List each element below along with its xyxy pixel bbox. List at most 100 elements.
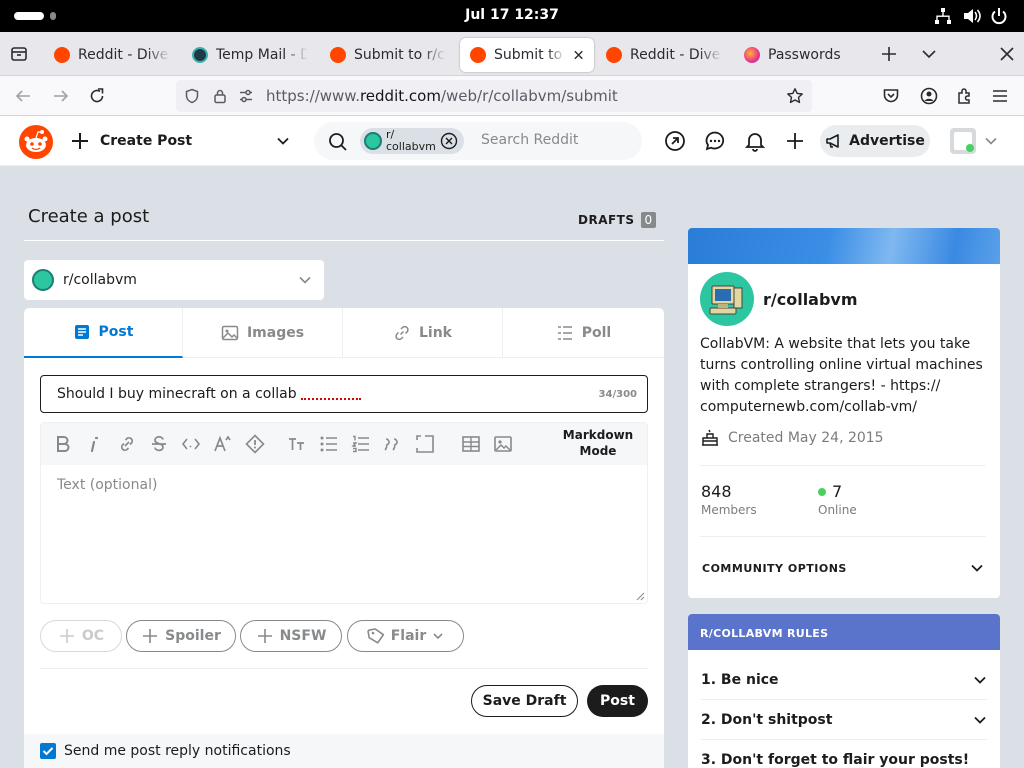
chevron-down-icon [974,716,986,724]
tab-poll[interactable]: Poll [503,308,664,358]
rule-item[interactable]: 3. Don't forget to flair your posts! [701,740,987,768]
permissions-icon[interactable] [238,88,254,104]
cake-icon [702,429,718,446]
chevron-down-icon [985,137,997,145]
power-icon[interactable] [990,7,1008,25]
create-plus-icon[interactable] [784,130,806,152]
created-date: Created May 24, 2015 [700,428,884,448]
plus-icon [257,629,272,643]
members-count: 848 [701,482,732,501]
online-dot [818,487,826,496]
link-icon [395,325,409,340]
body-placeholder: Text (optional) [57,477,158,493]
notification-bell-icon[interactable] [744,130,766,152]
close-window-icon[interactable] [998,45,1016,63]
tracking-protection-shield-icon[interactable] [184,88,200,104]
bold-icon[interactable] [53,434,73,454]
spoiler-label: Spoiler [165,628,221,644]
tab-passwords[interactable]: Passwords [734,38,870,72]
advertise-button[interactable]: Advertise [820,125,930,157]
spoiler-button[interactable]: Spoiler [126,620,236,652]
search-bar[interactable]: r/collabvm Search Reddit [314,122,642,160]
tab-submit-1[interactable]: Submit to r/collabvm [320,38,456,72]
lock-icon[interactable] [212,88,228,104]
formatting-toolbar: Markdown Mode [41,423,647,465]
oc-button[interactable]: OC [40,620,122,652]
bookmark-star-icon[interactable] [786,87,804,105]
reddit-logo-icon[interactable] [18,124,54,160]
tab-reddit-2[interactable]: Reddit - Dive into anything [596,38,732,72]
extensions-icon[interactable] [956,87,974,105]
back-icon[interactable] [14,87,32,105]
strikethrough-icon[interactable] [149,434,169,454]
clear-chip-icon[interactable] [440,132,458,150]
pocket-icon[interactable] [882,87,900,105]
drafts-button[interactable]: DRAFTS 0 [578,212,657,228]
title-input[interactable]: Should I buy minecraft on a collab 34/30… [40,375,648,413]
account-icon[interactable] [920,87,938,105]
flair-button[interactable]: Flair [347,620,464,652]
chevron-down-icon [433,633,443,640]
link-icon[interactable] [117,434,137,454]
tab-images[interactable]: Images [183,308,343,358]
quote-block-icon[interactable] [383,434,403,454]
nsfw-button[interactable]: NSFW [240,620,342,652]
numbered-list-icon[interactable] [351,434,371,454]
network-icon[interactable] [934,7,952,25]
rule-item[interactable]: 1. Be nice [701,660,987,700]
user-menu[interactable] [950,127,1006,155]
code-block-icon[interactable] [415,434,435,454]
heading-icon[interactable] [287,434,307,454]
community-title[interactable]: r/collabvm [763,290,858,309]
community-selector[interactable]: r/collabvm [24,260,324,300]
save-draft-button[interactable]: Save Draft [471,685,578,717]
browser-nav-bar: https://www.reddit.com/web/r/collabvm/su… [0,76,1024,116]
checkbox-checked-icon[interactable] [40,743,56,759]
notification-label: Send me post reply notifications [64,743,291,759]
post-submit-button[interactable]: Post [587,685,648,717]
firefox-view-icon[interactable] [10,45,28,63]
megaphone-icon [826,134,839,148]
created-date-text: Created May 24, 2015 [728,430,884,446]
post-document-icon [74,325,89,339]
spoiler-alert-icon[interactable] [245,434,265,454]
new-tab-icon[interactable] [880,45,898,63]
url-bar[interactable]: https://www.reddit.com/web/r/collabvm/su… [176,80,812,112]
tab-reddit-1[interactable]: Reddit - Dive into anything [44,38,180,72]
volume-icon[interactable] [962,7,982,25]
popular-arrow-icon[interactable] [664,130,686,152]
rules-header: R/COLLABVM RULES [688,614,1000,650]
search-community-chip[interactable]: r/collabvm [360,128,464,154]
italic-icon[interactable] [85,434,105,454]
superscript-icon[interactable] [213,434,233,454]
tab-poll-label: Poll [581,324,612,341]
plus-icon [72,133,88,149]
tab-temp-mail[interactable]: Temp Mail - Disposable [182,38,318,72]
community-info-card: r/collabvm CollabVM: A website that lets… [688,228,1000,598]
tab-post[interactable]: Post [24,308,183,358]
url-prefix: https://www. [266,87,360,105]
post-tags-row: OC Spoiler NSFW Flair [40,620,648,654]
reload-icon[interactable] [88,87,106,105]
rule-item[interactable]: 2. Don't shitpost [701,700,987,740]
close-tab-icon[interactable] [573,49,584,61]
table-icon[interactable] [461,434,481,454]
chevron-down-icon [299,276,311,284]
community-options-toggle[interactable]: COMMUNITY OPTIONS [700,548,986,588]
tab-submit-active[interactable]: Submit to collabvm [460,38,594,72]
forward-icon[interactable] [52,87,70,105]
bulleted-list-icon[interactable] [319,434,339,454]
create-post-label: Create Post [100,133,193,149]
body-editor: Markdown Mode Text (optional) [40,422,648,604]
insert-image-icon[interactable] [493,434,513,454]
chat-icon[interactable] [704,130,726,152]
list-all-tabs-icon[interactable] [920,45,938,63]
clock[interactable]: Jul 17 12:37 [0,7,1024,23]
menu-hamburger-icon[interactable] [992,87,1008,105]
resize-handle-icon[interactable] [635,591,645,601]
markdown-mode-toggle[interactable]: Markdown Mode [553,427,643,459]
inline-code-icon[interactable] [181,434,201,454]
create-post-dropdown[interactable]: Create Post [70,128,290,154]
tab-link[interactable]: Link [343,308,503,358]
body-textarea[interactable]: Text (optional) [41,465,647,603]
